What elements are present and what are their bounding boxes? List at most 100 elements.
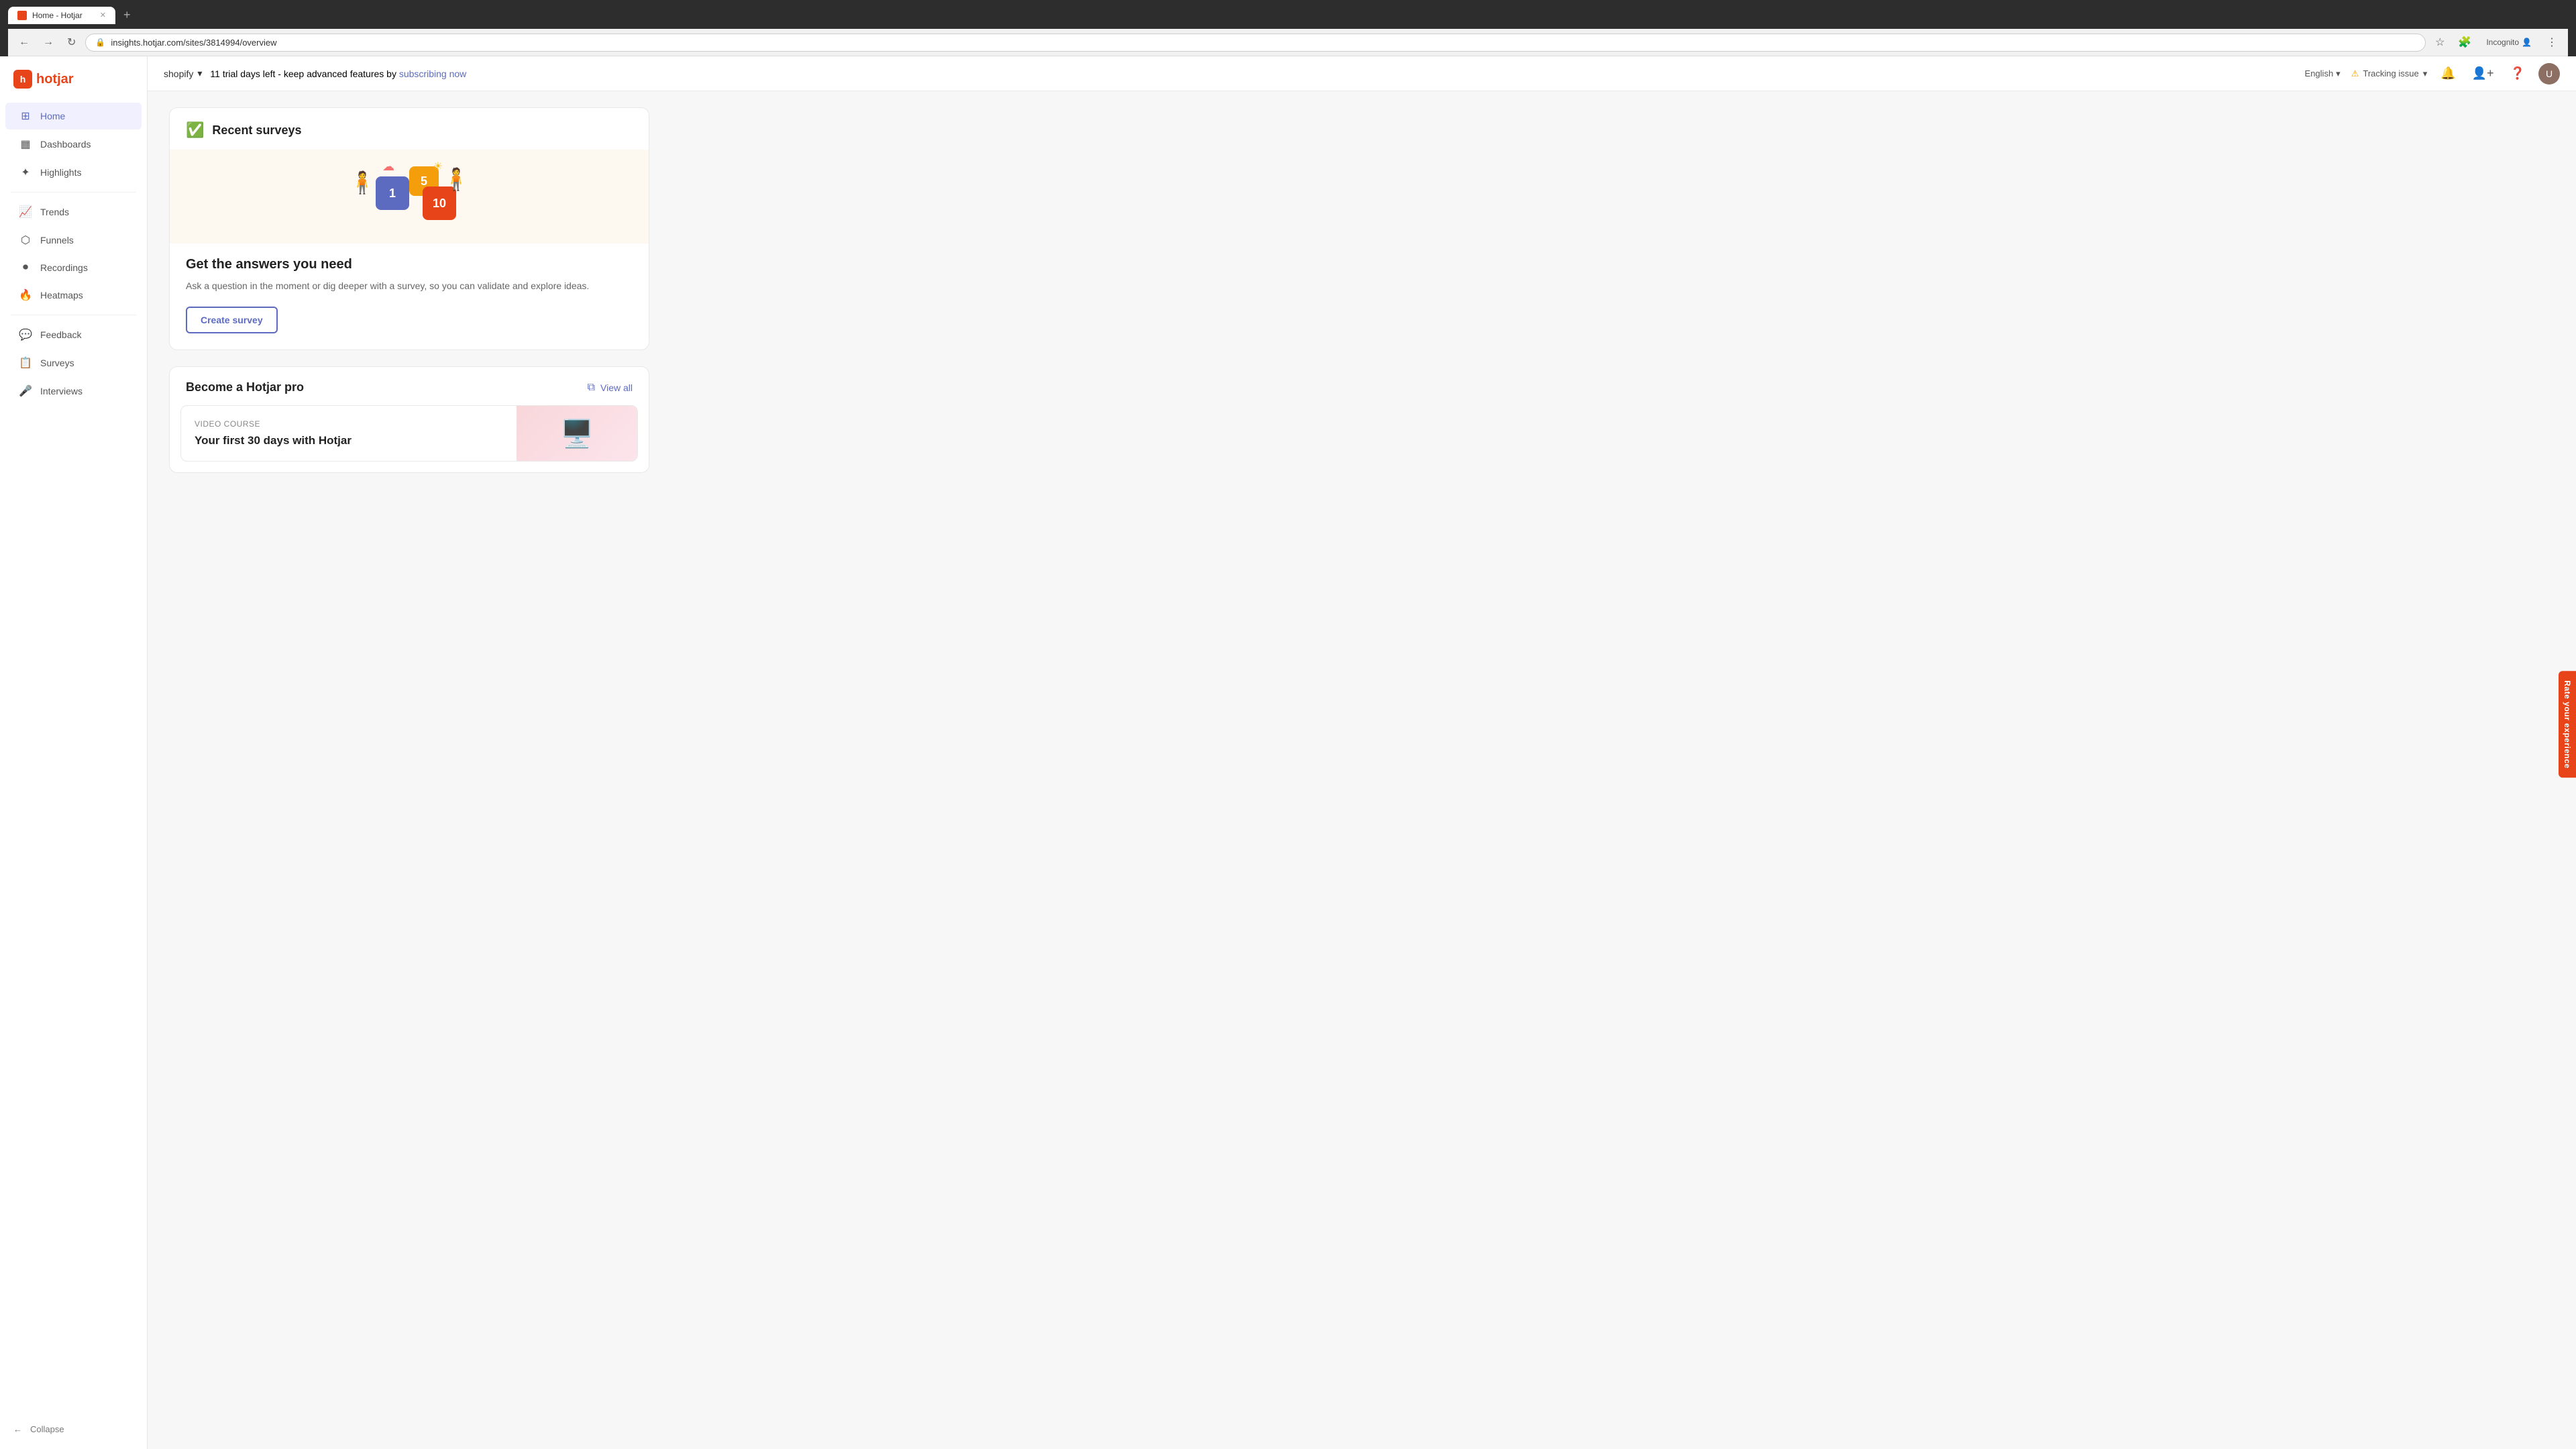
sidebar-item-recordings[interactable]: ⏺ Recordings [5, 255, 142, 280]
add-user-button[interactable]: 👤+ [2469, 64, 2497, 83]
language-label: English [2305, 68, 2334, 78]
browser-chrome: Home - Hotjar ✕ + ← → ↻ 🔒 insights.hotja… [0, 0, 2576, 56]
user-avatar-icon: 👤 [2522, 38, 2532, 47]
forward-button[interactable]: → [39, 34, 58, 51]
sidebar-item-feedback[interactable]: 💬 Feedback [5, 321, 142, 348]
incognito-label: Incognito [2486, 38, 2519, 47]
create-survey-button[interactable]: Create survey [186, 307, 278, 333]
sidebar-label-interviews: Interviews [40, 386, 83, 396]
person-right-icon: 🧍 [443, 166, 470, 192]
rate-experience-label: Rate your experience [2563, 680, 2572, 768]
sidebar-item-home[interactable]: ⊞ Home [5, 103, 142, 129]
sidebar-label-home: Home [40, 111, 65, 121]
sidebar-item-highlights[interactable]: ✦ Highlights [5, 159, 142, 186]
course-info: Video course Your first 30 days with Hot… [181, 406, 517, 461]
view-all-button[interactable]: ⧉ View all [588, 382, 633, 394]
trends-icon: 📈 [19, 205, 32, 219]
sidebar: h hotjar ⊞ Home ▦ Dashboards ✦ Highlight… [0, 56, 148, 1449]
sidebar-divider-1 [11, 192, 136, 193]
browser-tabs: Home - Hotjar ✕ + [8, 5, 2568, 25]
rate-experience-tab[interactable]: Rate your experience [2559, 671, 2576, 777]
sidebar-item-interviews[interactable]: 🎤 Interviews [5, 378, 142, 405]
help-button[interactable]: ❓ [2508, 64, 2528, 83]
page-content: ✅ Recent surveys 🧍 ☁ 1 5 [148, 91, 671, 489]
browser-toolbar: ← → ↻ 🔒 insights.hotjar.com/sites/381499… [8, 29, 2568, 56]
back-button[interactable]: ← [15, 34, 34, 51]
header-right: English ▾ ⚠ Tracking issue ▾ 🔔 👤+ ❓ U [2305, 63, 2560, 85]
sidebar-item-funnels[interactable]: ⬡ Funnels [5, 227, 142, 254]
highlights-icon: ✦ [19, 166, 32, 179]
sidebar-label-highlights: Highlights [40, 167, 81, 178]
sidebar-item-heatmaps[interactable]: 🔥 Heatmaps [5, 282, 142, 309]
collapse-label: Collapse [30, 1424, 64, 1434]
survey-cta: Get the answers you need Ask a question … [170, 244, 649, 350]
site-name: shopify [164, 68, 193, 79]
surveys-icon: 📋 [19, 356, 32, 370]
site-selector[interactable]: shopify ▾ [164, 68, 202, 79]
collapse-icon: ← [13, 1424, 22, 1434]
warning-icon: ⚠ [2351, 68, 2359, 79]
person-left-icon: 🧍 [349, 170, 376, 195]
menu-button[interactable]: ⋮ [2542, 33, 2561, 52]
incognito-badge[interactable]: Incognito 👤 [2481, 35, 2537, 50]
sidebar-collapse-button[interactable]: ← Collapse [0, 1417, 147, 1441]
recordings-icon: ⏺ [19, 262, 32, 274]
tab-label: Home - Hotjar [32, 11, 83, 20]
hotjar-brand-name: hotjar [36, 72, 74, 87]
notifications-button[interactable]: 🔔 [2438, 64, 2458, 83]
recent-surveys-section: ✅ Recent surveys 🧍 ☁ 1 5 [169, 107, 649, 350]
sidebar-item-trends[interactable]: 📈 Trends [5, 199, 142, 225]
tracking-chevron-icon: ▾ [2423, 68, 2428, 79]
language-selector[interactable]: English ▾ [2305, 68, 2341, 79]
reload-button[interactable]: ↻ [63, 33, 80, 52]
sidebar-item-surveys[interactable]: 📋 Surveys [5, 350, 142, 376]
hotjar-logo-icon: h [13, 70, 32, 89]
header-left: shopify ▾ 11 trial days left - keep adva… [164, 68, 466, 79]
course-title: Your first 30 days with Hotjar [195, 434, 503, 447]
lock-icon: 🔒 [95, 38, 105, 47]
toolbar-actions: ☆ 🧩 Incognito 👤 ⋮ [2431, 33, 2561, 52]
thumbnail-illustration: 🖥️ [560, 418, 594, 449]
survey-illustration: 🧍 ☁ 1 5 10 🧍 ☀ [170, 150, 649, 244]
tracking-issue-label: Tracking issue [2363, 68, 2418, 78]
sidebar-label-heatmaps: Heatmaps [40, 290, 83, 301]
sidebar-label-funnels: Funnels [40, 235, 74, 246]
active-tab[interactable]: Home - Hotjar ✕ [8, 7, 115, 24]
section-title: Recent surveys [212, 123, 301, 138]
tracking-issue-button[interactable]: ⚠ Tracking issue ▾ [2351, 68, 2428, 79]
bookmark-button[interactable]: ☆ [2431, 33, 2449, 52]
sidebar-item-dashboards[interactable]: ▦ Dashboards [5, 131, 142, 158]
course-type: Video course [195, 419, 503, 429]
lang-chevron-icon: ▾ [2336, 68, 2341, 79]
cta-description: Ask a question in the moment or dig deep… [186, 279, 633, 293]
survey-card-1: 1 [376, 176, 409, 210]
sidebar-label-recordings: Recordings [40, 262, 88, 273]
sidebar-label-trends: Trends [40, 207, 69, 217]
section-header: ✅ Recent surveys [170, 108, 649, 150]
extension-button[interactable]: 🧩 [2454, 33, 2475, 52]
cloud-icon: ☁ [382, 160, 394, 174]
tab-close-button[interactable]: ✕ [100, 11, 106, 19]
tab-favicon [17, 11, 27, 20]
funnels-icon: ⬡ [19, 233, 32, 247]
sidebar-label-feedback: Feedback [40, 329, 81, 340]
address-bar[interactable]: 🔒 insights.hotjar.com/sites/3814994/over… [85, 34, 2426, 52]
illustration-container: 🧍 ☁ 1 5 10 🧍 ☀ [342, 156, 476, 237]
app-header: shopify ▾ 11 trial days left - keep adva… [148, 56, 2576, 91]
subscribing-now-link[interactable]: subscribing now [399, 68, 466, 79]
user-avatar[interactable]: U [2538, 63, 2560, 85]
home-icon: ⊞ [19, 109, 32, 123]
surveys-section-icon: ✅ [186, 121, 204, 139]
pro-section-header: Become a Hotjar pro ⧉ View all [170, 367, 649, 405]
hotjar-logo: h hotjar [13, 70, 74, 89]
new-tab-button[interactable]: + [118, 5, 136, 25]
pro-section-title: Become a Hotjar pro [186, 380, 304, 394]
cta-title: Get the answers you need [186, 257, 633, 272]
address-text: insights.hotjar.com/sites/3814994/overvi… [111, 38, 276, 48]
app-layout: h hotjar ⊞ Home ▦ Dashboards ✦ Highlight… [0, 56, 2576, 1449]
sun-icon: ☀ [433, 160, 443, 173]
interviews-icon: 🎤 [19, 384, 32, 398]
site-selector-chevron: ▾ [197, 68, 202, 79]
course-card[interactable]: Video course Your first 30 days with Hot… [180, 405, 638, 462]
view-all-label: View all [600, 382, 633, 393]
